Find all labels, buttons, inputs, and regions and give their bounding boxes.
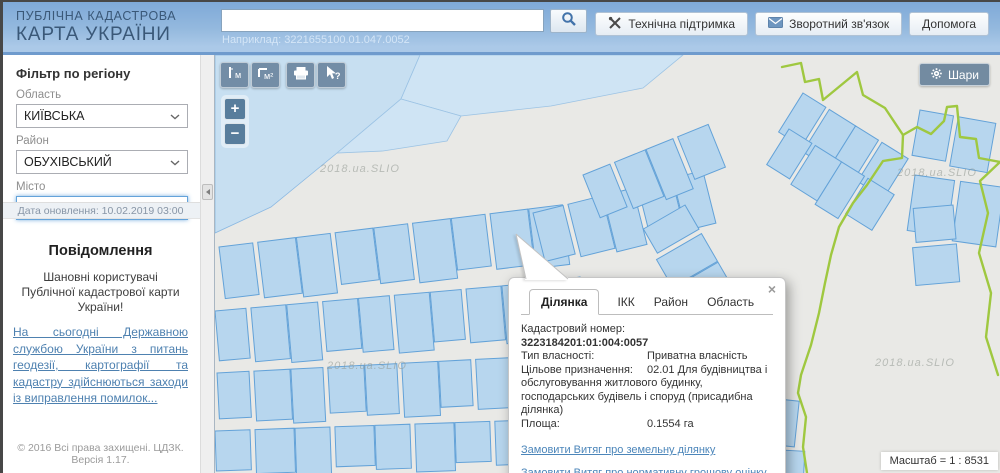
header-buttons: Технічна підтримка Зворотний зв'язок Доп… <box>595 12 989 36</box>
tab-raion[interactable]: Район <box>653 290 689 314</box>
filter-title: Фільтр по регіону <box>16 66 131 81</box>
search-icon <box>561 11 577 32</box>
parcel-details: Кадастровий номер:3223184201:01:004:0057… <box>521 323 773 431</box>
popup-pointer <box>515 233 569 280</box>
ownership-type-row: Тип власності: Приватна власність <box>521 350 773 364</box>
map-watermark: 2018.ua.SLIO <box>320 163 400 175</box>
identify-button[interactable]: ? <box>317 62 346 88</box>
svg-text:м²: м² <box>264 71 273 81</box>
order-valuation-link[interactable]: Замовити Витяг про нормативну грошову оц… <box>521 467 773 473</box>
message-title: Повідомлення <box>48 243 153 259</box>
chevron-down-icon <box>170 109 180 123</box>
search-input[interactable] <box>221 9 544 32</box>
window-edge-top <box>0 0 1000 2</box>
close-icon[interactable]: × <box>768 282 776 296</box>
zoom-out-button[interactable]: − <box>224 123 246 145</box>
chevron-down-icon <box>170 155 180 169</box>
svg-text:?: ? <box>335 71 341 81</box>
ownership-type-label: Тип власності: <box>521 350 595 362</box>
ownership-type-value: Приватна власність <box>647 350 748 362</box>
tab-dilyanka[interactable]: Ділянка <box>529 289 600 315</box>
identify-cursor-icon: ? <box>323 65 341 86</box>
cadastral-number-row: Кадастровий номер:3223184201:01:004:0057 <box>521 323 773 350</box>
popup-links: Замовити Витяг про земельну ділянку Замо… <box>521 444 773 473</box>
map-watermark: 2018.ua.SLIO <box>327 360 407 372</box>
tech-support-button[interactable]: Технічна підтримка <box>595 12 749 36</box>
tools-icon <box>608 16 622 33</box>
svg-text:м: м <box>235 70 241 80</box>
logo-line-1: ПУБЛІЧНА КАДАСТРОВА <box>16 9 177 23</box>
feedback-button[interactable]: Зворотний зв'язок <box>755 12 903 36</box>
zoom-control: + − <box>221 95 249 148</box>
message-greeting: Шановні користувачі Публічної кадастрово… <box>21 270 180 314</box>
collapse-arrow-icon <box>205 189 210 195</box>
raion-label: Район <box>16 135 49 147</box>
sidebar: Фільтр по регіону Область КИЇВСЬКА Район… <box>0 55 215 473</box>
window-edge-left <box>0 0 3 473</box>
search-button[interactable] <box>550 9 587 33</box>
help-label: Допомога <box>922 17 976 31</box>
map-area[interactable]: 2018.ua.SLIO 2018.ua.SLIO 2018.ua.SLIO 2… <box>215 55 1000 473</box>
print-icon <box>293 66 309 85</box>
help-button[interactable]: Допомога <box>909 12 989 36</box>
update-date: Дата оновлення: 10.02.2019 03:00 <box>0 202 201 219</box>
scale-indicator: Масштаб = 1 : 8531 <box>880 452 998 470</box>
tab-oblast[interactable]: Область <box>706 290 755 314</box>
cadastral-number-label: Кадастровий номер: <box>521 323 626 335</box>
measure-area-icon: м² <box>256 65 276 86</box>
sidebar-gutter <box>200 55 214 473</box>
cadastral-number-value: 3223184201:01:004:0057 <box>521 336 649 349</box>
message-link[interactable]: На сьогодні Державною службою України з … <box>10 324 191 407</box>
layers-button[interactable]: Шари <box>918 63 990 86</box>
measure-length-icon: м <box>225 65 245 86</box>
popup-tabs: Ділянка ІКК Район Область <box>521 289 773 315</box>
tab-ikk[interactable]: ІКК <box>616 290 635 314</box>
map-toolbar: м м² ? <box>220 62 346 88</box>
header: ПУБЛІЧНА КАДАСТРОВА КАРТА УКРАЇНИ Наприк… <box>0 0 1000 55</box>
zoom-in-button[interactable]: + <box>224 98 246 120</box>
order-extract-link[interactable]: Замовити Витяг про земельну ділянку <box>521 444 773 456</box>
purpose-label: Цільове призначення: <box>521 363 633 376</box>
parcel-info-popup: × Ділянка ІКК Район Область Кадастровий … <box>508 233 786 473</box>
oblast-select[interactable]: КИЇВСЬКА <box>16 104 188 128</box>
site-logo[interactable]: ПУБЛІЧНА КАДАСТРОВА КАРТА УКРАЇНИ <box>16 9 176 46</box>
search-hint: Наприклад: 3221655100.01.047.0052 <box>222 34 410 46</box>
message-panel: Повідомлення Шановні користувачі Публічн… <box>0 221 201 407</box>
logo-line-2: КАРТА УКРАЇНИ <box>16 24 171 45</box>
misto-label: Місто <box>16 181 46 193</box>
area-value: 0.1554 га <box>647 417 694 430</box>
measure-area-button[interactable]: м² <box>251 62 280 88</box>
oblast-value: КИЇВСЬКА <box>24 109 85 123</box>
gear-icon <box>930 67 943 83</box>
feedback-label: Зворотний зв'язок <box>789 17 890 31</box>
oblast-label: Область <box>16 89 62 101</box>
area-row: Площа: 0.1554 га <box>521 418 773 432</box>
purpose-row: Цільове призначення: 02.01 Для будівництв… <box>521 364 773 418</box>
map-watermark: 2018.ua.SLIO <box>897 167 977 179</box>
sidebar-collapse-button[interactable] <box>202 184 213 200</box>
raion-select[interactable]: ОБУХІВСЬКИЙ <box>16 150 188 174</box>
copyright: © 2016 Всі права захищені. ЦДЗК. Версія … <box>17 442 184 466</box>
area-label: Площа: <box>521 417 560 430</box>
measure-length-button[interactable]: м <box>220 62 249 88</box>
region-filter-panel: Фільтр по регіону Область КИЇВСЬКА Район… <box>0 55 201 220</box>
tech-support-label: Технічна підтримка <box>628 17 736 31</box>
print-button[interactable] <box>286 62 315 88</box>
layers-label: Шари <box>947 67 979 82</box>
raion-value: ОБУХІВСЬКИЙ <box>24 155 112 169</box>
map-watermark: 2018.ua.SLIO <box>875 357 955 369</box>
envelope-icon <box>768 17 784 31</box>
